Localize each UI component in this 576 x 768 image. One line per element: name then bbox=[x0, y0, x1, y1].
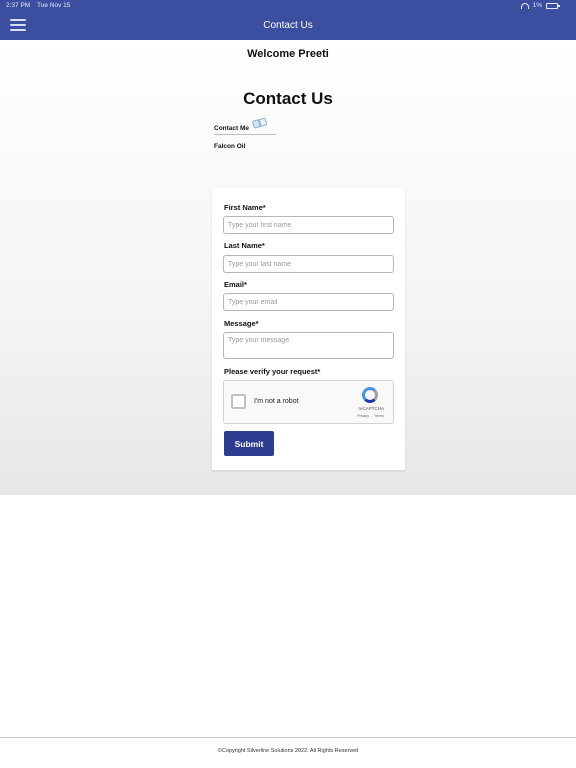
status-indicators: 1% bbox=[520, 0, 560, 12]
message-label: Message* bbox=[224, 319, 259, 328]
last-name-input[interactable] bbox=[223, 255, 394, 273]
verify-label: Please verify your request* bbox=[224, 367, 321, 376]
footer: ©Copyright Silverline Solutions 2022. Al… bbox=[0, 737, 576, 768]
battery-icon bbox=[546, 3, 560, 9]
copyright-text: ©Copyright Silverline Solutions 2022. Al… bbox=[217, 748, 359, 754]
open-book-icon bbox=[251, 117, 268, 130]
contact-form: First Name* Last Name* Email* Message* P… bbox=[212, 188, 405, 470]
status-time: 2:37 PM bbox=[6, 2, 31, 9]
contact-me-link[interactable]: Contact Me bbox=[214, 115, 276, 135]
navigation-bar: Contact Us bbox=[0, 12, 576, 40]
email-label: Email* bbox=[224, 280, 247, 289]
top-bar: 2:37 PM Tue Nov 15 1% Contact Us bbox=[0, 0, 576, 40]
status-date: Tue Nov 15 bbox=[37, 2, 71, 9]
email-input[interactable] bbox=[223, 293, 394, 311]
page-title: Contact Us bbox=[243, 89, 333, 108]
recaptcha-logo-icon bbox=[362, 387, 378, 403]
battery-percentage: 1% bbox=[532, 2, 542, 9]
status-bar: 2:37 PM Tue Nov 15 1% bbox=[0, 0, 576, 12]
recaptcha-widget: I'm not a robot reCAPTCHA Privacy - Term… bbox=[223, 380, 394, 424]
recaptcha-privacy-link[interactable]: Privacy bbox=[357, 414, 369, 418]
welcome-message: Welcome Preeti bbox=[247, 48, 329, 60]
recaptcha-separator: - bbox=[371, 414, 373, 418]
contact-me-label: Contact Me bbox=[214, 125, 250, 132]
nav-title: Contact Us bbox=[263, 20, 313, 31]
first-name-input[interactable] bbox=[223, 216, 394, 234]
message-textarea[interactable] bbox=[223, 332, 394, 359]
submit-button[interactable]: Submit bbox=[224, 431, 274, 456]
recaptcha-links: Privacy - Terms bbox=[357, 414, 384, 418]
recaptcha-brand: reCAPTCHA bbox=[358, 406, 384, 411]
last-name-label: Last Name* bbox=[224, 241, 265, 250]
recaptcha-terms-link[interactable]: Terms bbox=[374, 414, 384, 418]
recaptcha-text: I'm not a robot bbox=[254, 398, 299, 405]
contact-sub-nav: Contact Me Falcon Oil bbox=[214, 115, 276, 150]
company-link[interactable]: Falcon Oil bbox=[214, 143, 276, 150]
main-content: Welcome Preeti Contact Us Contact Me Fal… bbox=[0, 40, 576, 495]
first-name-label: First Name* bbox=[224, 203, 266, 212]
wifi-icon bbox=[520, 3, 529, 9]
recaptcha-checkbox[interactable] bbox=[231, 394, 246, 409]
